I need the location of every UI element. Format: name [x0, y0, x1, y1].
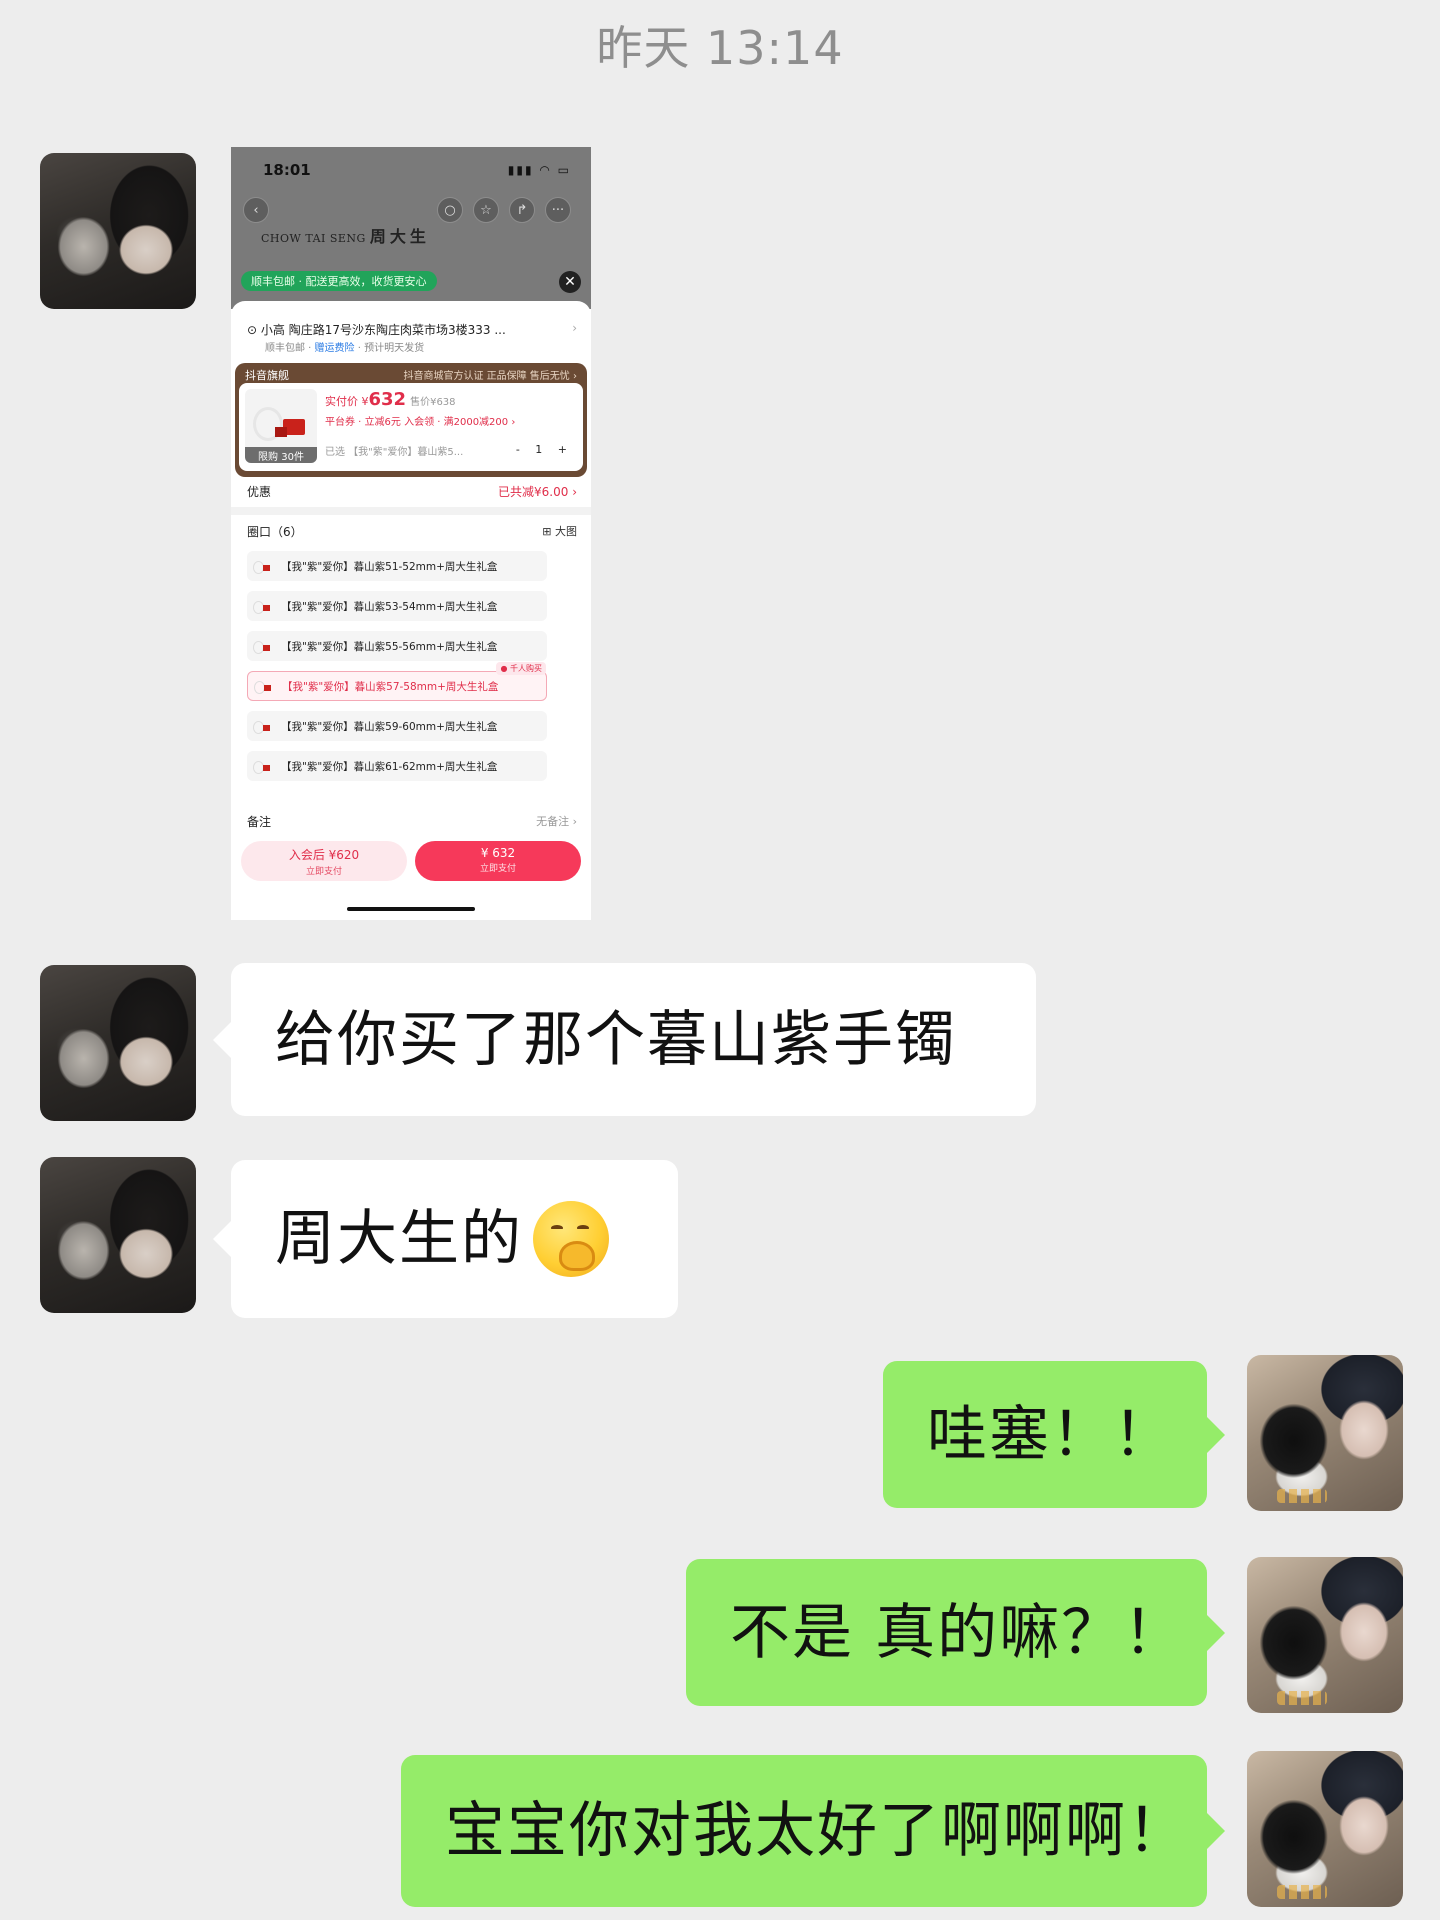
member-pay-button: 入会后 ¥620 立即支付 [241, 841, 407, 881]
self-avatar[interactable] [1247, 1557, 1403, 1713]
promo-text: 平台券 · 立减6元 入会领 · 满2000减200 › [325, 417, 516, 428]
size-option: 【我"紫"爱你】暮山紫55-56mm+周大生礼盒 [247, 631, 547, 661]
message-text: 不是 真的嘛？！ [730, 1597, 1186, 1668]
contact-avatar[interactable] [40, 153, 196, 309]
product-image: 限购 30件 [245, 389, 317, 463]
chat-timestamp: 昨天 13:14 [596, 21, 844, 75]
store-panel: 抖音旗舰 抖音商城官方认证 正品保障 售后无忧 › 限购 30件 实付价 ¥63… [235, 363, 587, 477]
store-label: 抖音旗舰 [245, 369, 289, 382]
product-card: 限购 30件 实付价 ¥632 售价¥638 平台券 · 立减6元 入会领 · 满… [239, 383, 583, 471]
self-avatar[interactable] [1247, 1751, 1403, 1907]
close-icon: ✕ [559, 271, 581, 293]
store-tags: 抖音商城官方认证 正品保障 售后无忧 › [403, 371, 577, 382]
search-icon: ○ [437, 197, 463, 223]
thinking-hand-emoji-icon [533, 1201, 609, 1277]
size-option-selected: 【我"紫"爱你】暮山紫57-58mm+周大生礼盒 ● 千人购买 [247, 662, 547, 701]
divider [231, 507, 591, 515]
message-bubble-sent[interactable]: 宝宝你对我太好了啊啊啊！ [401, 1755, 1225, 1907]
note-row: 备注 无备注 › [247, 815, 577, 829]
shipping-banner: 顺丰包邮 · 配送更高效，收货更安心 [241, 271, 437, 291]
message-text: 给你买了那个暮山紫手镯 [275, 1004, 957, 1075]
favorite-icon: ☆ [473, 197, 499, 223]
share-icon: ↱ [509, 197, 535, 223]
message-bubble-received[interactable]: 周大生的 [213, 1160, 678, 1318]
discount-row: 优惠 已共减¥6.00 › [247, 485, 577, 499]
status-time: 18:01 [263, 161, 311, 179]
pay-button: ¥ 632 立即支付 [415, 841, 581, 881]
quantity-stepper: - 1 + [515, 443, 573, 456]
back-icon: ‹ [243, 197, 269, 223]
size-option: 【我"紫"爱你】暮山紫59-60mm+周大生礼盒 [247, 711, 547, 741]
purchase-limit: 限购 30件 [245, 447, 317, 463]
home-indicator [347, 907, 475, 911]
message-bubble-received[interactable]: 给你买了那个暮山紫手镯 [213, 963, 1036, 1116]
chevron-right-icon: › [572, 321, 577, 335]
selected-variant: 已选 【我"紫"爱你】暮山紫5... [325, 447, 464, 458]
message-text: 周大生的 [275, 1204, 523, 1274]
brand-logo: CHOW TAI SENG 周大生 [261, 227, 430, 246]
price: 实付价 ¥632 售价¥638 [325, 389, 456, 410]
more-icon: ··· [545, 197, 571, 223]
message-text: 宝宝你对我太好了啊啊啊！ [445, 1796, 1189, 1866]
address-sub: 顺丰包邮 · 赠运费险 · 预计明天发货 [265, 343, 425, 354]
message-bubble-sent[interactable]: 不是 真的嘛？！ [686, 1559, 1225, 1706]
address: ⊙ 小高 陶庄路17号沙东陶庄肉菜市场3楼333 ... [247, 323, 506, 337]
size-option: 【我"紫"爱你】暮山紫51-52mm+周大生礼盒 [247, 551, 547, 581]
message-text: 哇塞！！ [927, 1399, 1175, 1470]
status-icons: ▮▮▮ ◠ ▭ [507, 163, 571, 177]
size-header: 圈口（6） ⊞ 大图 [247, 525, 577, 539]
contact-avatar[interactable] [40, 965, 196, 1121]
self-avatar[interactable] [1247, 1355, 1403, 1511]
size-option: 【我"紫"爱你】暮山紫61-62mm+周大生礼盒 [247, 751, 547, 781]
shared-screenshot-image[interactable]: 18:01 ▮▮▮ ◠ ▭ ‹ ○ ☆ ↱ ··· CHOW TAI SENG 周… [231, 147, 591, 920]
contact-avatar[interactable] [40, 1157, 196, 1313]
size-option: 【我"紫"爱你】暮山紫53-54mm+周大生礼盒 [247, 591, 547, 621]
message-bubble-sent[interactable]: 哇塞！！ [883, 1361, 1225, 1508]
order-card: ⊙ 小高 陶庄路17号沙东陶庄肉菜市场3楼333 ... › 顺丰包邮 · 赠运… [231, 301, 591, 920]
